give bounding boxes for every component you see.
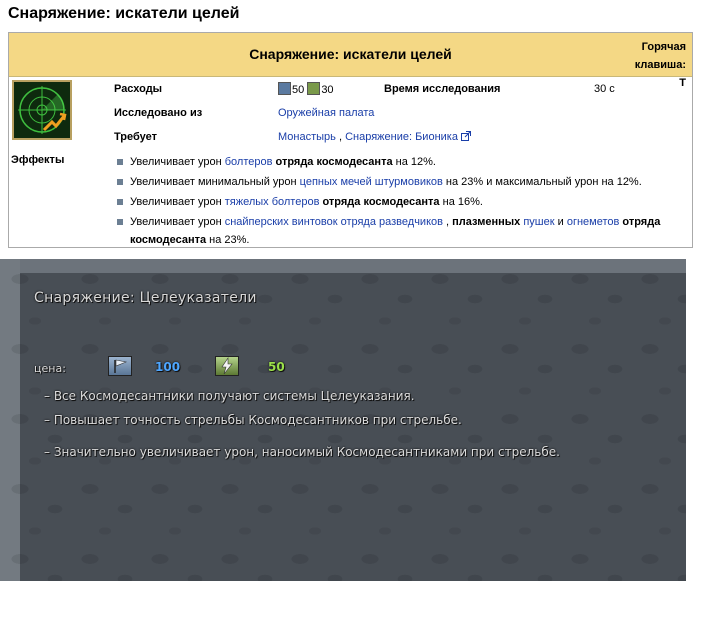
researched-from-label: Исследовано из [114,107,203,119]
effect-bold: плазменных [452,216,521,228]
researched-from-value: Оружейная палата [278,107,374,119]
infobox-title: Снаряжение: искатели целей [249,46,452,62]
page-title: Снаряжение: искатели целей [8,5,240,22]
hotkey-label: Горячая клавиша: T [634,41,686,89]
effect-text: на 23%. [206,234,250,246]
effect-item: Увеличивает урон тяжелых болтеров отряда… [116,193,686,211]
flag-icon [278,82,291,95]
effect-item: Увеличивает урон снайперских винтовок от… [116,213,686,249]
tooltip-line: – Все Космодесантники получают системы Ц… [44,389,415,403]
tooltip-cost-label: цена: [34,362,66,375]
tooltip-power-value: 50 [268,360,285,374]
cost-values: 50 30 [278,82,334,96]
effect-text: Увеличивает урон [130,216,225,228]
effect-text: Увеличивает минимальный урон [130,176,300,188]
tooltip-line: – Значительно увеличивает урон, наносимы… [44,445,560,459]
effect-text: на 12%. [392,156,436,168]
sniper-rifles-link[interactable]: снайперских винтовок отряда разведчиков [225,216,443,228]
flag-icon [108,356,132,376]
effect-text: и [554,216,567,228]
tooltip-title: Снаряжение: Целеуказатели [34,290,257,306]
external-link-icon [461,131,472,144]
monastery-link[interactable]: Монастырь [278,131,336,143]
effect-text: Увеличивает урон [130,196,225,208]
bullet-icon [117,159,123,165]
effect-text: на 23% и максимальный урон на 12%. [442,176,642,188]
infobox-header: Снаряжение: искатели целей Горячая клави… [9,33,692,89]
effect-text: , [442,216,453,228]
effect-text: Увеличивает урон [130,156,225,168]
cost-power: 30 [321,84,334,96]
effects-label: Эффекты [11,154,65,166]
bullet-icon [117,179,123,185]
lightning-icon [307,82,321,95]
requires-label: Требует [114,131,157,143]
requires-value: Монастырь , Снаряжение: Бионика [278,131,472,144]
effect-item: Увеличивает урон болтеров отряда космоде… [116,153,686,171]
bullet-icon [117,219,123,225]
radar-targeting-icon [12,80,72,140]
research-time-value: 30 с [594,83,615,95]
bolters-link[interactable]: болтеров [225,156,273,168]
cost-label: Расходы [114,83,163,95]
cost-requisition: 50 [292,84,305,96]
cannons-link[interactable]: пушек [523,216,554,228]
tooltip-line: – Повышает точность стрельбы Космодесант… [44,413,462,427]
bionics-link[interactable]: Снаряжение: Бионика [345,131,458,143]
game-tooltip-screenshot: Снаряжение: Целеуказатели цена: 100 50 –… [0,259,686,581]
infobox: Снаряжение: искатели целей Горячая клави… [8,32,693,248]
effects-list: Увеличивает урон болтеров отряда космоде… [116,153,686,251]
tooltip-overlay [20,273,686,581]
research-time-label: Время исследования [384,83,501,95]
armory-link[interactable]: Оружейная палата [278,107,374,119]
effect-bold: отряда космодесанта [272,156,393,168]
effect-item: Увеличивает минимальный урон цепных мече… [116,173,686,191]
screenshot-edge [0,259,20,581]
tooltip-requisition-value: 100 [155,360,181,374]
lightning-icon [215,356,239,376]
effect-text: на 16%. [439,196,483,208]
requires-separator: , [338,131,343,143]
chainswords-link[interactable]: цепных мечей штурмовиков [300,176,443,188]
effect-bold: отряда космодесанта [319,196,440,208]
bullet-icon [117,199,123,205]
flamers-link[interactable]: огнеметов [567,216,620,228]
heavy-bolters-link[interactable]: тяжелых болтеров [225,196,320,208]
